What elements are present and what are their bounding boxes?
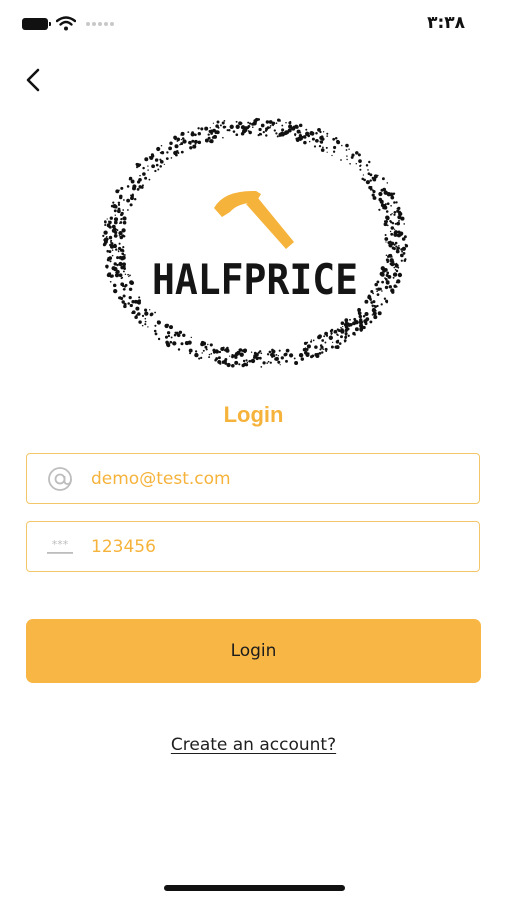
email-field[interactable] [26,453,480,504]
chevron-left-icon [26,68,40,92]
signal-icon [86,21,114,26]
halfprice-logo: HALFPRICE [96,112,414,374]
login-title: Login [223,402,284,427]
hammer-icon [214,190,294,249]
svg-text:***: *** [52,538,69,551]
email-input[interactable] [91,468,451,489]
back-button[interactable] [18,64,48,96]
battery-icon [22,17,51,30]
logo-brand-text: HALFPRICE [152,255,358,304]
password-input[interactable] [91,536,451,557]
home-indicator [164,885,345,891]
status-bar: ٣:٣٨ [0,0,507,50]
logo-ring [102,117,409,368]
wifi-icon [56,16,76,31]
password-dots-icon: *** [43,533,77,561]
password-field[interactable]: *** [26,521,480,572]
at-sign-icon [43,465,77,493]
logo-graphic: HALFPRICE [102,117,409,368]
status-icons [22,16,114,31]
login-button[interactable]: Login [26,619,481,683]
status-time: ٣:٣٨ [427,13,465,33]
create-account-link[interactable]: Create an account? [0,735,507,755]
